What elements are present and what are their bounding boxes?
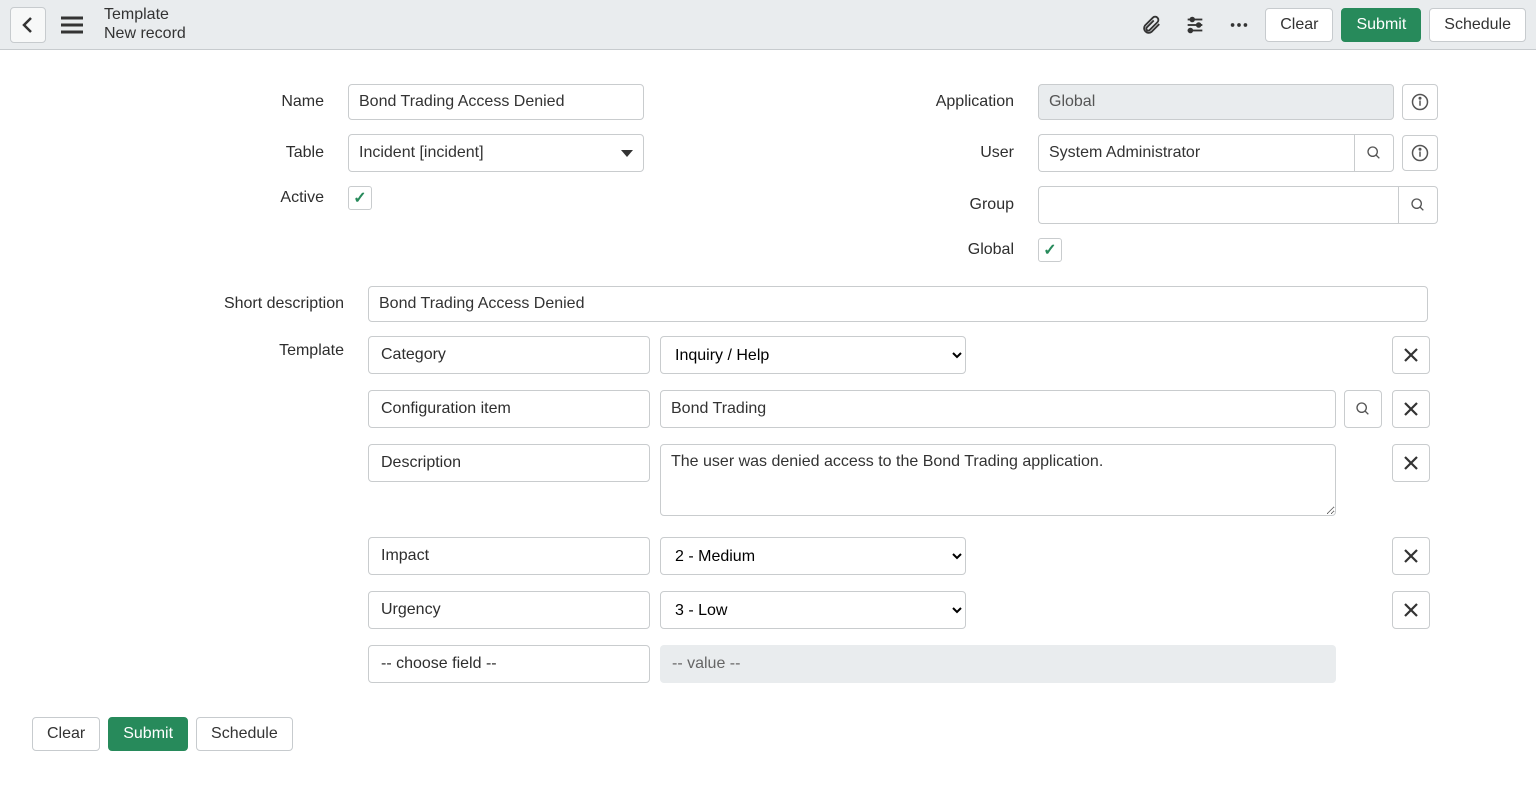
page-header: Template New record Clear Submit Schedul… — [0, 0, 1536, 50]
more-horizontal-icon — [1228, 14, 1250, 36]
back-button[interactable] — [10, 7, 46, 43]
template-remove-button[interactable] — [1392, 537, 1430, 575]
template-field-label: Urgency — [381, 601, 441, 619]
short-description-label: Short description — [98, 295, 368, 313]
template-field-select-category[interactable]: Category — [368, 336, 650, 374]
header-title-block: Template New record — [104, 6, 186, 43]
global-checkbox[interactable]: ✓ — [1038, 238, 1062, 262]
schedule-button-header[interactable]: Schedule — [1429, 8, 1526, 42]
menu-button[interactable] — [54, 7, 90, 43]
table-label: Table — [98, 144, 348, 162]
application-info-button[interactable] — [1402, 84, 1438, 120]
close-icon — [1403, 548, 1419, 564]
hamburger-icon — [59, 14, 85, 36]
form-body: Name Table Incident [incident] Active — [0, 50, 1536, 801]
search-icon — [1410, 197, 1426, 213]
submit-button-header[interactable]: Submit — [1341, 8, 1421, 42]
clear-button-footer[interactable]: Clear — [32, 717, 100, 751]
caret-down-icon — [621, 150, 633, 157]
schedule-button-footer[interactable]: Schedule — [196, 717, 293, 751]
template-field-select-placeholder[interactable]: -- choose field -- — [368, 645, 650, 683]
active-label: Active — [98, 189, 348, 207]
clear-button-header[interactable]: Clear — [1265, 8, 1333, 42]
info-icon — [1411, 144, 1429, 162]
short-description-input[interactable] — [368, 286, 1428, 322]
user-lookup-button[interactable] — [1354, 134, 1394, 172]
template-field-select-urgency[interactable]: Urgency — [368, 591, 650, 629]
template-ci-lookup-button[interactable] — [1344, 390, 1382, 428]
template-field-label: Impact — [381, 547, 429, 565]
table-select-value: Incident [incident] — [359, 144, 484, 162]
template-remove-button[interactable] — [1392, 336, 1430, 374]
application-input — [1038, 84, 1394, 120]
template-field-label: Description — [381, 454, 461, 472]
attachments-button[interactable] — [1133, 7, 1169, 43]
group-label: Group — [788, 196, 1038, 214]
template-field-label: Configuration item — [381, 400, 511, 418]
sliders-icon — [1184, 14, 1206, 36]
group-input[interactable] — [1038, 186, 1398, 224]
check-icon: ✓ — [1043, 240, 1056, 260]
info-icon — [1411, 93, 1429, 111]
template-field-select-impact[interactable]: Impact — [368, 537, 650, 575]
search-icon — [1355, 401, 1371, 417]
close-icon — [1403, 455, 1419, 471]
template-field-label: Category — [381, 346, 446, 364]
group-lookup-button[interactable] — [1398, 186, 1438, 224]
application-label: Application — [788, 93, 1038, 111]
template-value-select-category[interactable]: Inquiry / Help — [660, 336, 966, 374]
search-icon — [1366, 145, 1382, 161]
global-label: Global — [788, 241, 1038, 259]
template-value-select-urgency[interactable]: 3 - Low — [660, 591, 966, 629]
personalize-button[interactable] — [1177, 7, 1213, 43]
paperclip-icon — [1140, 14, 1162, 36]
template-remove-button[interactable] — [1392, 390, 1430, 428]
active-checkbox[interactable]: ✓ — [348, 186, 372, 210]
submit-button-footer[interactable]: Submit — [108, 717, 188, 751]
close-icon — [1403, 347, 1419, 363]
header-title: Template — [104, 6, 186, 24]
user-info-button[interactable] — [1402, 135, 1438, 171]
user-label: User — [788, 144, 1038, 162]
template-remove-button[interactable] — [1392, 591, 1430, 629]
name-label: Name — [98, 93, 348, 111]
template-value-input-ci[interactable] — [660, 390, 1336, 428]
header-subtitle: New record — [104, 25, 186, 43]
template-value-textarea-description[interactable] — [660, 444, 1336, 516]
template-field-select-description[interactable]: Description — [368, 444, 650, 482]
template-label: Template — [98, 336, 368, 360]
template-field-select-ci[interactable]: Configuration item — [368, 390, 650, 428]
close-icon — [1403, 401, 1419, 417]
template-remove-button[interactable] — [1392, 444, 1430, 482]
more-options-button[interactable] — [1221, 7, 1257, 43]
table-select[interactable]: Incident [incident] — [348, 134, 644, 172]
close-icon — [1403, 602, 1419, 618]
name-input[interactable] — [348, 84, 644, 120]
footer-actions: Clear Submit Schedule — [10, 697, 1526, 771]
template-field-label: -- choose field -- — [381, 655, 497, 673]
user-input[interactable] — [1038, 134, 1354, 172]
check-icon: ✓ — [353, 188, 366, 208]
chevron-left-icon — [21, 16, 35, 34]
template-value-select-impact[interactable]: 2 - Medium — [660, 537, 966, 575]
template-value-placeholder: -- value -- — [660, 645, 1336, 683]
